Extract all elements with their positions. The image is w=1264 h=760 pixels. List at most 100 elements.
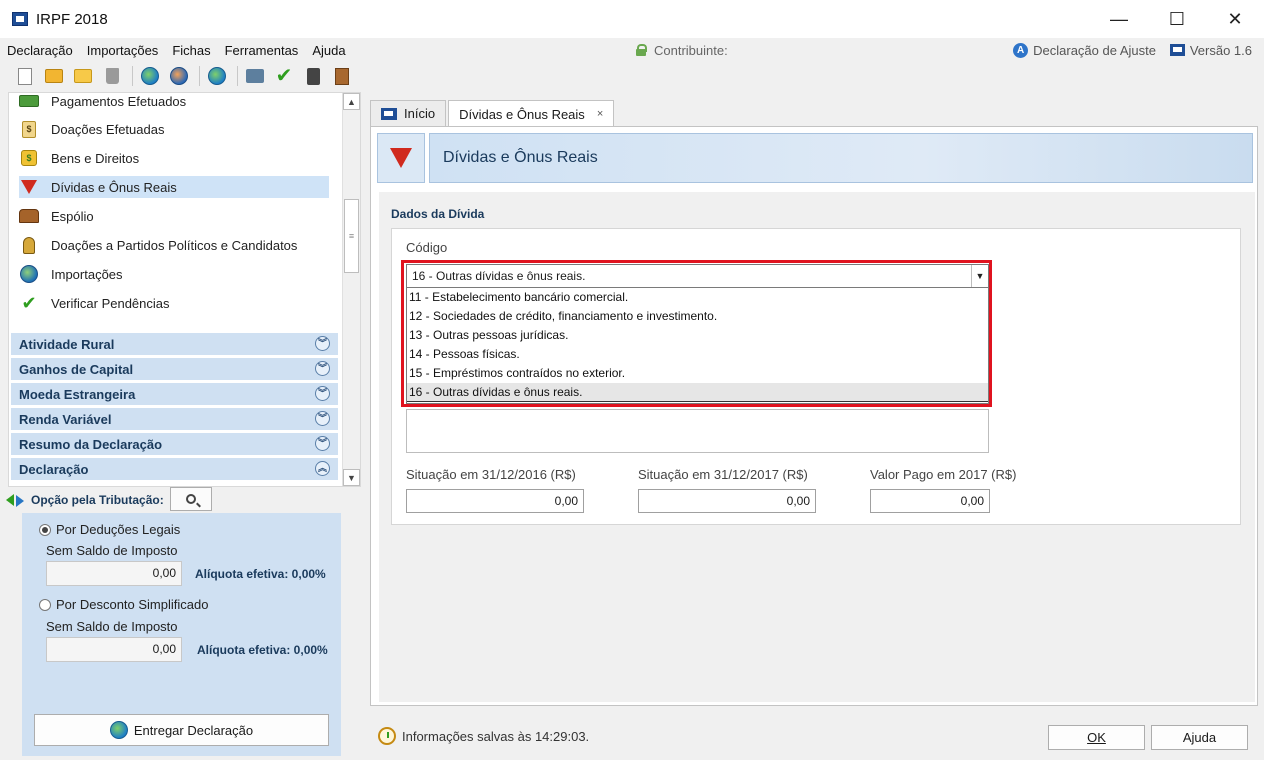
delete-button[interactable] bbox=[99, 64, 125, 88]
deliver-label: Entregar Declaração bbox=[133, 722, 254, 738]
ok-button[interactable]: OK bbox=[1048, 725, 1145, 750]
legal-saldo-label: Sem Saldo de Imposto bbox=[46, 543, 178, 558]
open-folder-icon bbox=[45, 69, 63, 83]
discriminacao-textarea[interactable] bbox=[406, 409, 989, 453]
treasure-chest-icon bbox=[19, 209, 39, 223]
version-indicator: Versão 1.6 bbox=[1169, 38, 1252, 62]
tab-bar: Início Dívidas e Ônus Reais × bbox=[370, 100, 616, 127]
adjustment-a-icon: A bbox=[1013, 42, 1029, 58]
menu-ferramentas[interactable]: Ferramentas bbox=[218, 43, 306, 58]
transmit-button[interactable] bbox=[204, 64, 230, 88]
codigo-option[interactable]: 11 - Estabelecimento bancário comercial. bbox=[407, 288, 988, 307]
new-declaration-button[interactable] bbox=[12, 64, 38, 88]
chevron-down-icon[interactable]: ︾ bbox=[315, 436, 330, 451]
help-button[interactable]: Ajuda bbox=[1151, 725, 1248, 750]
ok-label: OK bbox=[1087, 730, 1106, 745]
import-button[interactable] bbox=[137, 64, 163, 88]
section-resumo-declaracao[interactable]: Resumo da Declaração ︾ bbox=[11, 433, 338, 455]
menu-ajuda[interactable]: Ajuda bbox=[305, 43, 352, 58]
radio-desconto-simplificado[interactable]: Por Desconto Simplificado bbox=[39, 597, 208, 612]
simplified-saldo-label: Sem Saldo de Imposto bbox=[46, 619, 178, 634]
codigo-dropdown-list: 11 - Estabelecimento bancário comercial.… bbox=[406, 288, 989, 404]
credit-card-icon bbox=[19, 95, 39, 107]
chevron-down-icon[interactable]: ︾ bbox=[315, 336, 330, 351]
entregar-declaracao-button[interactable]: Entregar Declaração bbox=[34, 714, 329, 746]
nav-item-label: Doações a Partidos Políticos e Candidato… bbox=[51, 237, 298, 253]
section-label: Renda Variável bbox=[19, 411, 112, 427]
section-label: Declaração bbox=[19, 461, 89, 477]
receita-flag-icon bbox=[1169, 44, 1185, 56]
menu-fichas[interactable]: Fichas bbox=[165, 43, 217, 58]
tab-inicio[interactable]: Início bbox=[370, 100, 447, 126]
sit2016-input[interactable]: 0,00 bbox=[406, 489, 584, 513]
fichas-navigation: Pagamentos Efetuados $ Doações Efetuadas… bbox=[8, 92, 361, 487]
manual-button[interactable] bbox=[329, 64, 355, 88]
ficha-content: Dívidas e Ônus Reais Dados da Dívida Cód… bbox=[370, 126, 1258, 706]
book-icon bbox=[335, 67, 349, 85]
scroll-up-arrow-icon[interactable]: ▲ bbox=[343, 93, 360, 110]
codigo-combobox[interactable]: 16 - Outras dívidas e ônus reais. ▼ bbox=[406, 264, 989, 288]
status-bar: Informações salvas às 14:29:03. bbox=[378, 727, 589, 745]
home-flag-icon bbox=[381, 107, 397, 120]
nav-item-doacoes-partidos[interactable]: Doações a Partidos Políticos e Candidato… bbox=[19, 234, 329, 256]
chevron-down-icon[interactable]: ︾ bbox=[315, 361, 330, 376]
codigo-option[interactable]: 13 - Outras pessoas jurídicas. bbox=[407, 326, 988, 345]
chevron-up-icon[interactable]: ︽ bbox=[315, 461, 330, 476]
section-renda-variavel[interactable]: Renda Variável ︾ bbox=[11, 408, 338, 430]
nav-item-label: Dívidas e Ônus Reais bbox=[51, 179, 177, 195]
nav-item-label: Importações bbox=[51, 266, 123, 282]
calculator-button[interactable] bbox=[300, 64, 326, 88]
section-declaracao[interactable]: Declaração ︽ bbox=[11, 458, 338, 480]
section-label: Ganhos de Capital bbox=[19, 361, 134, 377]
codigo-option[interactable]: 12 - Sociedades de crédito, financiament… bbox=[407, 307, 988, 326]
section-moeda-estrangeira[interactable]: Moeda Estrangeira ︾ bbox=[11, 383, 338, 405]
section-ganhos-capital[interactable]: Ganhos de Capital ︾ bbox=[11, 358, 338, 380]
print-button[interactable] bbox=[242, 64, 268, 88]
section-label: Moeda Estrangeira bbox=[19, 386, 136, 402]
sit2017-input[interactable]: 0,00 bbox=[638, 489, 816, 513]
radio-button-checked[interactable] bbox=[39, 523, 51, 536]
scroll-down-arrow-icon[interactable]: ▼ bbox=[343, 469, 360, 486]
menu-importacoes[interactable]: Importações bbox=[80, 43, 166, 58]
close-window-button[interactable]: ✕ bbox=[1206, 0, 1264, 38]
nav-item-pendencias[interactable]: ✔ Verificar Pendências bbox=[19, 292, 329, 314]
sit2016-label: Situação em 31/12/2016 (R$) bbox=[406, 467, 576, 482]
folder-icon bbox=[74, 69, 92, 83]
valor-pago-input[interactable]: 0,00 bbox=[870, 489, 990, 513]
stopwatch-icon bbox=[378, 727, 396, 745]
nav-item-importacoes[interactable]: Importações bbox=[19, 263, 329, 285]
nav-item-espolio[interactable]: Espólio bbox=[19, 205, 329, 227]
chevron-down-icon[interactable]: ︾ bbox=[315, 386, 330, 401]
scroll-thumb[interactable]: ≡ bbox=[344, 199, 359, 273]
nav-item-bens[interactable]: $ Bens e Direitos bbox=[19, 147, 329, 169]
codigo-label: Código bbox=[406, 240, 448, 255]
tax-option-search-button[interactable] bbox=[170, 487, 212, 511]
radio-button-unchecked[interactable] bbox=[39, 598, 51, 611]
dados-divida-panel: Código 16 - Outras dívidas e ônus reais.… bbox=[391, 228, 1241, 525]
close-tab-icon[interactable]: × bbox=[597, 108, 603, 120]
chevron-down-icon[interactable]: ︾ bbox=[315, 411, 330, 426]
minimize-button[interactable]: — bbox=[1090, 0, 1148, 38]
menu-declaracao[interactable]: Declaração bbox=[0, 43, 80, 58]
nav-item-label: Verificar Pendências bbox=[51, 295, 170, 311]
codigo-option[interactable]: 14 - Pessoas físicas. bbox=[407, 345, 988, 364]
folder-button[interactable] bbox=[70, 64, 96, 88]
verify-button[interactable]: ✔ bbox=[271, 64, 297, 88]
section-atividade-rural[interactable]: Atividade Rural ︾ bbox=[11, 333, 338, 355]
codigo-option[interactable]: 15 - Empréstimos contraídos no exterior. bbox=[407, 364, 988, 383]
codigo-option[interactable]: 16 - Outras dívidas e ônus reais. bbox=[407, 383, 988, 402]
recover-button[interactable] bbox=[166, 64, 192, 88]
nav-scrollbar[interactable]: ▲ ≡ ▼ bbox=[342, 93, 360, 486]
chevron-down-icon[interactable]: ▼ bbox=[971, 265, 988, 287]
codigo-selected-value: 16 - Outras dívidas e ônus reais. bbox=[412, 269, 586, 283]
banner-icon-box bbox=[377, 133, 425, 183]
maximize-button[interactable]: ☐ bbox=[1148, 0, 1206, 38]
nav-item-doacoes[interactable]: $ Doações Efetuadas bbox=[19, 118, 329, 140]
open-declaration-button[interactable] bbox=[41, 64, 67, 88]
tab-dividas[interactable]: Dívidas e Ônus Reais × bbox=[448, 100, 615, 127]
nav-item-pagamentos[interactable]: Pagamentos Efetuados bbox=[19, 93, 329, 112]
window-controls: — ☐ ✕ bbox=[1090, 0, 1264, 38]
nav-item-dividas[interactable]: Dívidas e Ônus Reais bbox=[19, 176, 329, 198]
nav-item-label: Espólio bbox=[51, 208, 94, 224]
radio-deducoes-legais[interactable]: Por Deduções Legais bbox=[39, 522, 180, 537]
